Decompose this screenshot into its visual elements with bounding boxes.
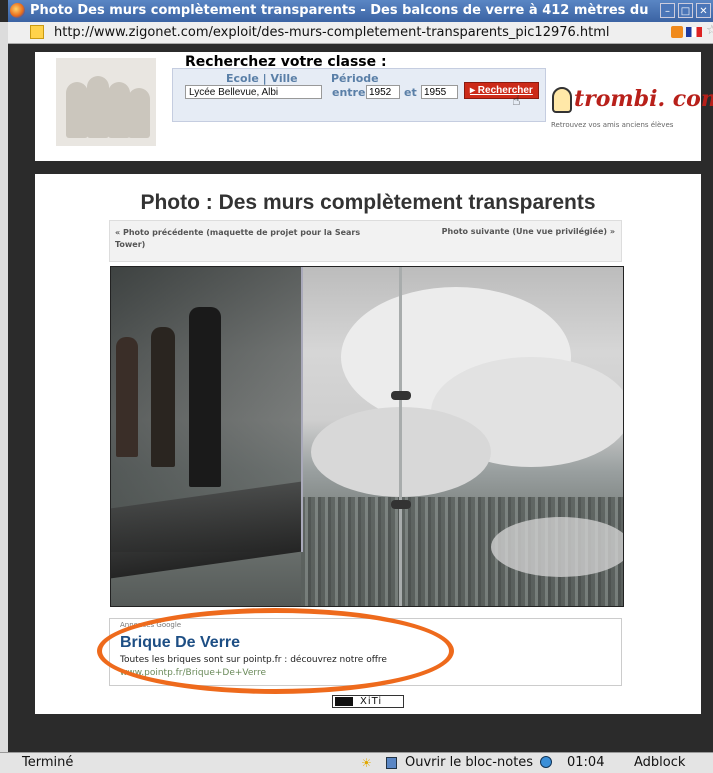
period-label: Période [331,72,379,85]
page-viewport[interactable]: Recherchez votre classe : Ecole | Ville … [8,44,713,752]
weather-icon[interactable]: ☀ [361,756,372,770]
school-city-label: Ecole | Ville [226,72,298,85]
between-label: entre [332,86,366,99]
next-photo-link[interactable]: Photo suivante (Une vue privilégiée) » [442,227,615,236]
trombi-tagline: Retrouvez vos amis anciens élèves [551,121,674,129]
clock-time: 01:04 [567,755,605,770]
school-input[interactable]: Lycée Bellevue, Albi [185,85,322,99]
year-to-input[interactable]: 1955 [421,85,458,99]
photo-navigation: « Photo précédente (maquette de projet p… [109,220,622,262]
hand-cursor-icon: ☝ [512,93,521,109]
notepad-icon[interactable] [386,757,397,769]
url-text[interactable]: http://www.zigonet.com/exploit/des-murs-… [54,25,610,40]
window-titlebar[interactable]: Photo Des murs complètement transparents… [8,0,713,22]
main-content: Photo : Des murs complètement transparen… [35,174,701,714]
and-label: et [404,86,417,99]
highlight-oval [97,608,454,694]
bookmark-star-icon[interactable]: ☆ [706,23,713,38]
clock-icon [540,756,552,768]
page-title: Photo : Des murs complètement transparen… [140,191,596,214]
page-favicon-icon [30,25,44,39]
close-button[interactable]: ✕ [696,3,711,18]
status-text: Terminé [22,755,74,770]
notepad-link[interactable]: Ouvrir le bloc-notes [405,755,533,770]
status-bar: Terminé ☀ Ouvrir le bloc-notes 01:04 Adb… [0,752,713,773]
left-window-edge [0,22,8,752]
window-title: Photo Des murs complètement transparents… [30,3,649,18]
adblock-button[interactable]: Adblock [634,755,685,770]
maximize-button[interactable]: □ [678,3,693,18]
trombi-ad-banner[interactable]: Recherchez votre classe : Ecole | Ville … [35,52,713,161]
xiti-bars-icon [335,697,353,706]
rss-feed-icon[interactable] [671,26,683,38]
trombi-mascot-icon [552,87,572,113]
address-bar[interactable]: http://www.zigonet.com/exploit/des-murs-… [8,22,713,44]
main-photo [110,266,624,607]
xiti-badge[interactable]: XiTi [332,695,404,708]
minimize-button[interactable]: – [660,3,675,18]
year-from-input[interactable]: 1952 [366,85,400,99]
class-photo-silhouette-icon [56,58,156,146]
firefox-icon [10,3,25,18]
xiti-label: XiTi [360,696,383,707]
search-form-title: Recherchez votre classe : [185,54,387,70]
previous-photo-link[interactable]: « Photo précédente (maquette de projet p… [115,227,365,251]
french-flag-icon[interactable] [686,27,702,37]
search-button[interactable]: ▸ Rechercher [464,82,539,99]
trombi-logo[interactable]: trombi. com [574,86,713,112]
